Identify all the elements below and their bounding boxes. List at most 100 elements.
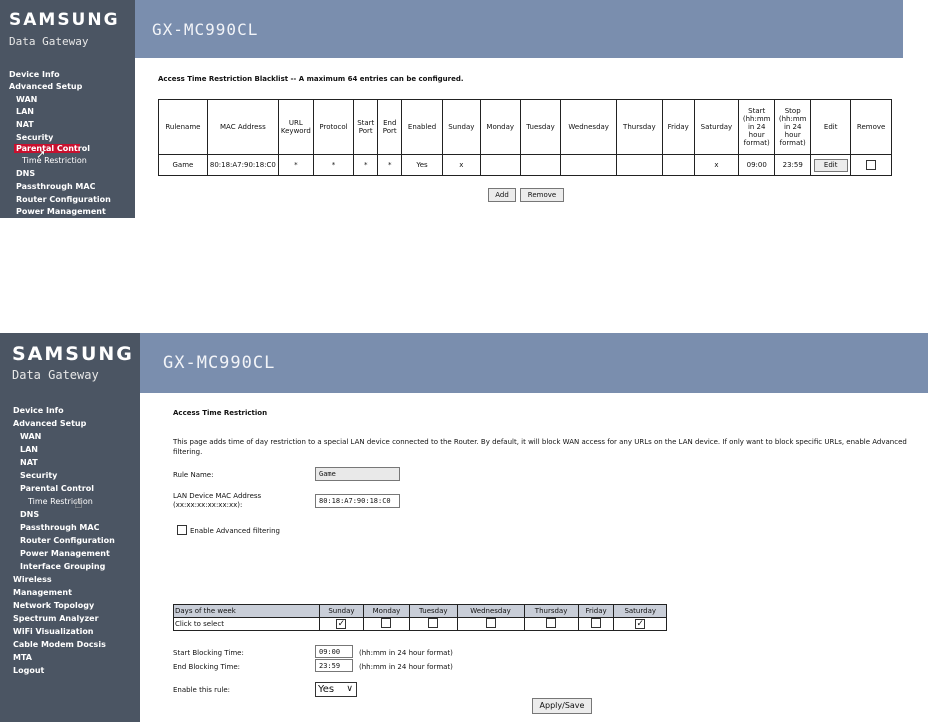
sidebar-item-router-configuration[interactable]: Router Configuration bbox=[20, 536, 115, 545]
col-header-wednesday: Wednesday bbox=[560, 99, 617, 155]
sidebar-item-advanced-setup[interactable]: Advanced Setup bbox=[13, 419, 86, 428]
table-row: Game 80:18:A7:90:18:C0 * * * * Yes x x 0… bbox=[158, 154, 892, 176]
advanced-filtering-checkbox[interactable] bbox=[177, 525, 187, 535]
mac-address-field[interactable]: 80:18:A7:90:18:C0 bbox=[315, 494, 400, 508]
days-header-row: Days of the week Sunday Monday Tuesday W… bbox=[173, 604, 667, 618]
sidebar: Device Info Advanced Setup WAN LAN NAT S… bbox=[0, 393, 140, 722]
sidebar-item-network-topology[interactable]: Network Topology bbox=[13, 601, 94, 610]
sidebar-item-parental-control[interactable]: Parental Control bbox=[20, 484, 94, 493]
day-header-sunday: Sunday bbox=[319, 604, 364, 618]
sidebar-item-interface-grouping[interactable]: Interface Grouping bbox=[20, 562, 105, 571]
logo-area: SAMSUNG Data Gateway bbox=[0, 0, 135, 58]
cell-saturday: x bbox=[693, 154, 740, 176]
day-cell-sunday: ✓ bbox=[319, 617, 364, 631]
add-button[interactable]: Add bbox=[488, 188, 516, 202]
cell-remove bbox=[850, 154, 892, 176]
sidebar-item-time-restriction[interactable]: Time Restriction bbox=[22, 156, 87, 165]
thursday-checkbox[interactable] bbox=[546, 618, 557, 628]
end-time-field[interactable]: 23:59 bbox=[315, 659, 353, 672]
col-header-thursday: Thursday bbox=[615, 99, 663, 155]
sidebar-item-wan[interactable]: WAN bbox=[16, 95, 37, 104]
sidebar-item-security[interactable]: Security bbox=[16, 133, 53, 142]
sidebar-item-cable-modem-docsis[interactable]: Cable Modem Docsis bbox=[13, 640, 106, 649]
col-header-friday: Friday bbox=[661, 99, 695, 155]
remove-checkbox[interactable] bbox=[866, 160, 877, 170]
header-bar: SAMSUNG Data Gateway GX-MC990CL bbox=[0, 0, 903, 58]
sidebar-item-spectrum-analyzer[interactable]: Spectrum Analyzer bbox=[13, 614, 99, 623]
sidebar-item-power-management[interactable]: Power Management bbox=[16, 207, 106, 216]
sidebar-item-wireless[interactable]: Wireless bbox=[13, 575, 52, 584]
remove-button[interactable]: Remove bbox=[520, 188, 564, 202]
day-header-monday: Monday bbox=[362, 604, 411, 618]
cell-enabled: Yes bbox=[401, 154, 443, 176]
mac-label: LAN Device MAC Address bbox=[173, 492, 262, 500]
page-description: This page adds time of day restriction t… bbox=[173, 438, 907, 456]
sidebar-item-device-info[interactable]: Device Info bbox=[13, 406, 64, 415]
friday-checkbox[interactable] bbox=[591, 618, 602, 628]
sidebar-item-parental-control[interactable]: Parental Control bbox=[14, 144, 90, 153]
sidebar-item-nat[interactable]: NAT bbox=[20, 458, 38, 467]
sidebar-item-wifi-visualization[interactable]: WiFi Visualization bbox=[13, 627, 94, 636]
sidebar-item-power-management[interactable]: Power Management bbox=[20, 549, 110, 558]
start-time-field[interactable]: 09:00 bbox=[315, 645, 353, 658]
col-header-url: URL Keyword bbox=[277, 99, 314, 155]
cell-friday bbox=[661, 154, 695, 176]
day-cell-tuesday bbox=[409, 617, 458, 631]
sidebar-item-nat[interactable]: NAT bbox=[16, 120, 34, 129]
sidebar-item-security[interactable]: Security bbox=[20, 471, 57, 480]
tuesday-checkbox[interactable] bbox=[428, 618, 439, 628]
sidebar: Device Info Advanced Setup WAN LAN NAT S… bbox=[0, 58, 135, 218]
day-cell-thursday bbox=[523, 617, 579, 631]
cell-tuesday bbox=[519, 154, 562, 176]
days-select-row: Click to select ✓ ✓ bbox=[173, 617, 667, 631]
sidebar-item-logout[interactable]: Logout bbox=[13, 666, 44, 675]
logo-area: SAMSUNG Data Gateway bbox=[0, 333, 140, 393]
sidebar-item-management[interactable]: Management bbox=[13, 588, 72, 597]
saturday-checkbox[interactable]: ✓ bbox=[635, 619, 646, 629]
sidebar-item-lan[interactable]: LAN bbox=[20, 445, 38, 454]
screenshot-time-restriction: SAMSUNG Data Gateway GX-MC990CL Device I… bbox=[0, 333, 928, 722]
col-header-rulename: Rulename bbox=[158, 99, 208, 155]
monday-checkbox[interactable] bbox=[381, 618, 392, 628]
header-bar: SAMSUNG Data Gateway GX-MC990CL bbox=[0, 333, 928, 393]
enable-rule-label: Enable this rule: bbox=[173, 686, 230, 694]
brand-subtitle: Data Gateway bbox=[9, 35, 89, 48]
model-name: GX-MC990CL bbox=[163, 353, 276, 373]
sidebar-item-advanced-setup[interactable]: Advanced Setup bbox=[9, 82, 82, 91]
cell-stop: 23:59 bbox=[774, 154, 812, 176]
sidebar-item-dns[interactable]: DNS bbox=[20, 510, 39, 519]
col-header-saturday: Saturday bbox=[693, 99, 740, 155]
col-header-tuesday: Tuesday bbox=[519, 99, 562, 155]
sidebar-item-lan[interactable]: LAN bbox=[16, 107, 34, 116]
sunday-checkbox[interactable]: ✓ bbox=[336, 619, 347, 629]
sidebar-item-dns[interactable]: DNS bbox=[16, 169, 35, 178]
sidebar-item-passthrough-mac[interactable]: Passthrough MAC bbox=[20, 523, 99, 532]
col-header-monday: Monday bbox=[479, 99, 521, 155]
rule-name-field[interactable]: Game bbox=[315, 467, 400, 481]
sidebar-item-passthrough-mac[interactable]: Passthrough MAC bbox=[16, 182, 95, 191]
brand-logo: SAMSUNG bbox=[9, 10, 120, 30]
table-header-row: Rulename MAC Address URL Keyword Protoco… bbox=[158, 99, 892, 155]
cell-edit: Edit bbox=[810, 154, 852, 176]
day-header-wednesday: Wednesday bbox=[456, 604, 525, 618]
model-name: GX-MC990CL bbox=[152, 20, 259, 39]
sidebar-item-router-configuration[interactable]: Router Configuration bbox=[16, 195, 111, 204]
day-cell-monday bbox=[362, 617, 411, 631]
sidebar-item-wan[interactable]: WAN bbox=[20, 432, 41, 441]
col-header-edit: Edit bbox=[810, 99, 852, 155]
cell-end-port: * bbox=[377, 154, 403, 176]
sidebar-item-time-restriction[interactable]: Time Restriction bbox=[28, 497, 93, 506]
col-header-start: Start (hh:mm in 24 hour format) bbox=[738, 99, 776, 155]
cell-protocol: * bbox=[312, 154, 355, 176]
enable-rule-select[interactable]: Yes ∨ bbox=[315, 682, 357, 697]
col-header-start-port: Start Port bbox=[353, 99, 379, 155]
sidebar-item-mta[interactable]: MTA bbox=[13, 653, 32, 662]
start-format-hint: (hh:mm in 24 hour format) bbox=[359, 649, 453, 657]
edit-button[interactable]: Edit bbox=[813, 158, 848, 172]
sidebar-item-device-info[interactable]: Device Info bbox=[9, 70, 60, 79]
blacklist-table: Rulename MAC Address URL Keyword Protoco… bbox=[158, 99, 892, 176]
apply-save-button[interactable]: Apply/Save bbox=[532, 698, 592, 714]
wednesday-checkbox[interactable] bbox=[485, 618, 496, 628]
start-time-label: Start Blocking Time: bbox=[173, 649, 244, 657]
page-title: Access Time Restriction Blacklist -- A m… bbox=[158, 75, 464, 83]
